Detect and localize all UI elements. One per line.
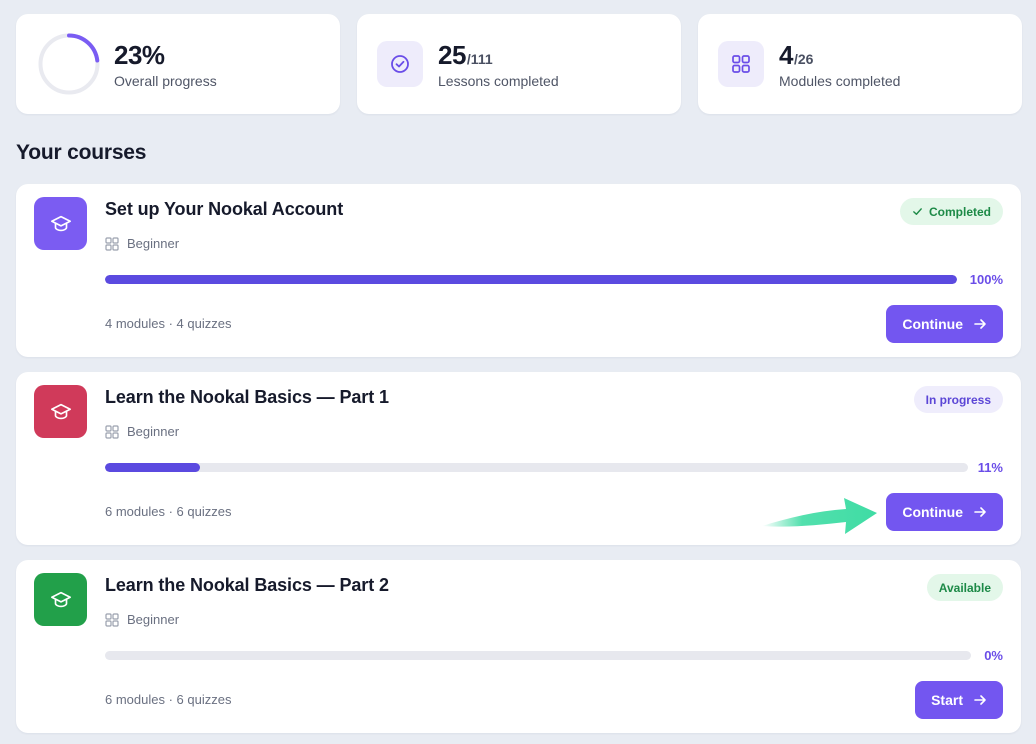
lessons-total: /111	[466, 50, 493, 67]
grid-icon	[105, 424, 119, 439]
lessons-completed-card: 25 /111 Lessons completed	[357, 14, 681, 114]
status-badge: Completed	[899, 198, 1003, 225]
course-title: Set up Your Nookal Account	[105, 199, 344, 219]
course-level: Beginner	[105, 236, 179, 251]
course-meta: 6 modules · 6 quizzes	[105, 692, 232, 707]
overall-progress-value: 23%	[114, 39, 165, 70]
progress-bar	[105, 463, 968, 472]
progress-bar	[105, 651, 971, 660]
grid-icon	[105, 236, 119, 251]
continue-button[interactable]: Continue	[886, 305, 1003, 343]
course-level-label: Beginner	[127, 612, 180, 627]
course-card: Set up Your Nookal Account Beginner Comp…	[16, 184, 1021, 357]
progress-percent: 0%	[984, 648, 1003, 663]
progress-percent: 11%	[977, 460, 1003, 475]
graduation-cap-icon	[34, 197, 87, 250]
overall-progress-label: Overall progress	[114, 72, 217, 89]
graduation-cap-icon	[34, 573, 87, 626]
progress-bar-fill	[105, 275, 957, 284]
status-badge-label: Available	[938, 580, 991, 595]
course-meta: 4 modules · 4 quizzes	[105, 316, 232, 331]
grid-icon	[718, 41, 764, 87]
start-button[interactable]: Start	[915, 681, 1003, 719]
course-title: Learn the Nookal Basics — Part 2	[105, 575, 389, 595]
graduation-cap-icon	[34, 385, 87, 438]
progress-ring	[38, 33, 100, 95]
arrow-right-icon	[974, 319, 986, 329]
status-badge-label: In progress	[925, 392, 991, 407]
progress-percent: 100%	[969, 272, 1003, 287]
continue-button-label: Continue	[902, 316, 963, 332]
status-badge-label: Completed	[928, 204, 991, 219]
continue-button-label: Continue	[902, 504, 963, 520]
lessons-completed-label: Lessons completed	[438, 72, 559, 89]
course-level-label: Beginner	[127, 424, 180, 439]
course-title: Learn the Nookal Basics — Part 1	[105, 387, 389, 407]
progress-bar-fill	[105, 463, 200, 472]
course-level: Beginner	[105, 612, 179, 627]
status-badge: Available	[926, 574, 1003, 601]
section-title: Your courses	[16, 141, 147, 164]
overall-progress-card: 23% Overall progress	[16, 14, 340, 114]
start-button-label: Start	[931, 692, 963, 708]
pointer-arrow-icon	[762, 498, 877, 534]
arrow-right-icon	[974, 507, 986, 517]
arrow-right-icon	[974, 695, 986, 705]
modules-total: /26	[793, 50, 814, 67]
grid-icon	[105, 612, 119, 627]
check-circle-icon	[377, 41, 423, 87]
continue-button[interactable]: Continue	[886, 493, 1003, 531]
modules-completed-value: 4	[779, 39, 793, 70]
course-level: Beginner	[105, 424, 179, 439]
lessons-completed-value: 25	[438, 39, 466, 70]
modules-completed-label: Modules completed	[779, 72, 901, 89]
course-card: Learn the Nookal Basics — Part 2 Beginne…	[16, 560, 1021, 733]
course-meta: 6 modules · 6 quizzes	[105, 504, 232, 519]
check-icon	[913, 208, 922, 215]
stats-row: 23% Overall progress 25 /111 Lessons com…	[16, 14, 1022, 114]
modules-completed-card: 4 /26 Modules completed	[698, 14, 1022, 114]
status-badge: In progress	[913, 386, 1003, 413]
course-level-label: Beginner	[127, 236, 180, 251]
progress-bar	[105, 275, 957, 284]
